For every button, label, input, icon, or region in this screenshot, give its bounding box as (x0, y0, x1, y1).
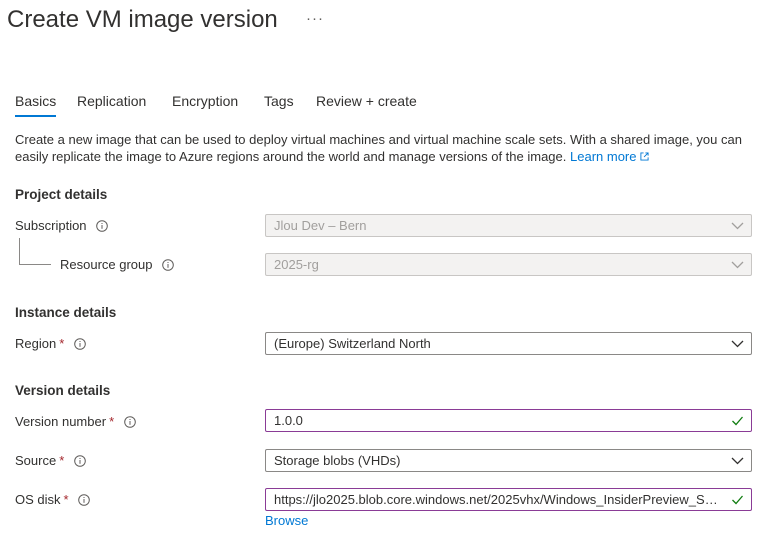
info-icon[interactable] (123, 416, 136, 428)
chevron-down-icon (731, 222, 744, 230)
checkmark-icon (732, 416, 743, 426)
required-marker: * (59, 336, 65, 351)
chevron-down-icon (731, 261, 744, 269)
region-select[interactable]: (Europe) Switzerland North (265, 332, 752, 355)
version-number-input[interactable]: 1.0.0 (265, 409, 752, 432)
info-icon[interactable] (74, 455, 86, 467)
tree-connector (19, 238, 51, 265)
browse-link[interactable]: Browse (265, 513, 308, 528)
project-details-heading: Project details (15, 187, 108, 202)
page-title: Create VM image version (7, 6, 278, 33)
required-marker: * (109, 414, 115, 429)
intro-text: Create a new image that can be used to d… (15, 131, 745, 165)
tab-review-create[interactable]: Review + create (316, 93, 417, 109)
version-details-heading: Version details (15, 383, 111, 398)
external-link-icon (639, 152, 649, 161)
subscription-select[interactable]: Jlou Dev – Bern (265, 214, 752, 237)
chevron-down-icon (731, 457, 744, 465)
source-label: Source * (15, 452, 86, 470)
required-marker: * (59, 453, 65, 468)
os-disk-label: OS disk * (15, 491, 91, 509)
info-icon[interactable] (74, 338, 86, 350)
learn-more-link[interactable]: Learn more (570, 149, 649, 164)
region-label: Region * (15, 335, 86, 353)
info-icon[interactable] (78, 494, 91, 506)
version-number-label: Version number * (15, 413, 136, 431)
resource-group-select[interactable]: 2025-rg (265, 253, 752, 276)
source-select[interactable]: Storage blobs (VHDs) (265, 449, 752, 472)
subscription-label: Subscription (15, 217, 108, 235)
info-icon[interactable] (162, 259, 174, 271)
resource-group-label: Resource group (60, 256, 174, 274)
tab-encryption[interactable]: Encryption (172, 93, 238, 109)
tab-basics[interactable]: Basics (15, 93, 57, 117)
required-marker: * (63, 492, 69, 507)
chevron-down-icon (731, 340, 744, 348)
os-disk-input[interactable]: https://jlo2025.blob.core.windows.net/20… (265, 488, 752, 511)
instance-details-heading: Instance details (15, 305, 117, 320)
tab-replication[interactable]: Replication (77, 93, 146, 109)
checkmark-icon (732, 495, 743, 505)
info-icon[interactable] (96, 220, 108, 232)
tab-tags[interactable]: Tags (264, 93, 294, 109)
more-options-button[interactable]: ··· (306, 10, 324, 27)
